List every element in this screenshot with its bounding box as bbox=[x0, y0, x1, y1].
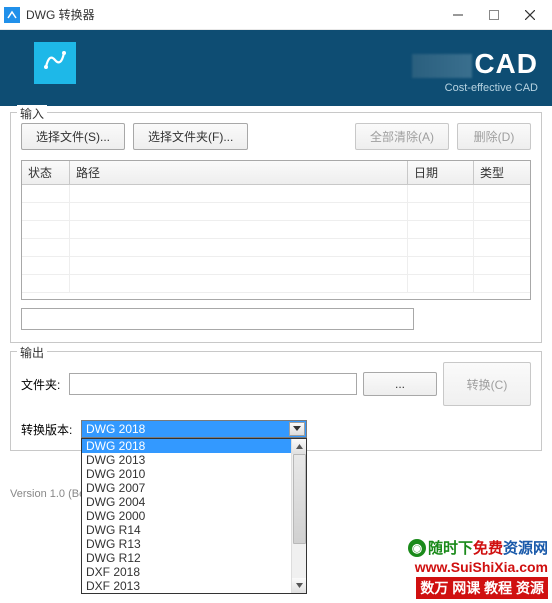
combo-option[interactable]: DWG 2013 bbox=[82, 453, 306, 467]
table-body bbox=[22, 185, 530, 300]
minimize-button[interactable] bbox=[440, 0, 476, 30]
table-row bbox=[22, 203, 530, 221]
combo-option[interactable]: DWG 2018 bbox=[82, 439, 306, 453]
combo-display[interactable]: DWG 2018 bbox=[81, 420, 307, 438]
col-status[interactable]: 状态 bbox=[22, 161, 70, 184]
brand-tagline: Cost-effective CAD bbox=[412, 82, 538, 94]
maximize-button[interactable] bbox=[476, 0, 512, 30]
version-combo[interactable]: DWG 2018 DWG 2018 DWG 2013 DWG 2010 DWG … bbox=[81, 420, 307, 438]
combo-option[interactable]: DWG 2000 bbox=[82, 509, 306, 523]
table-row bbox=[22, 221, 530, 239]
watermark: ◉ 随时下 免费 资源网 www.SuiShiXia.com 数万 网课 教程 … bbox=[408, 537, 548, 599]
chevron-down-icon bbox=[293, 426, 301, 432]
combo-option[interactable]: DWG 2010 bbox=[82, 467, 306, 481]
file-table: 状态 路径 日期 类型 bbox=[21, 160, 531, 300]
version-row: 转换版本: DWG 2018 DWG 2018 DWG 2013 DWG 201… bbox=[21, 420, 531, 438]
window-controls bbox=[440, 0, 548, 30]
titlebar: DWG 转换器 bbox=[0, 0, 552, 30]
close-icon bbox=[525, 10, 535, 20]
watermark-line1: ◉ 随时下 免费 资源网 bbox=[408, 537, 548, 558]
maximize-icon bbox=[489, 10, 499, 20]
header-bar: CAD Cost-effective CAD bbox=[0, 30, 552, 106]
combo-option[interactable]: DWG R14 bbox=[82, 523, 306, 537]
col-type[interactable]: 类型 bbox=[474, 161, 530, 184]
convert-button[interactable]: 转换(C) bbox=[443, 362, 531, 406]
logo-glyph-icon bbox=[42, 47, 68, 79]
brand: CAD Cost-effective CAD bbox=[412, 48, 538, 94]
close-button[interactable] bbox=[512, 0, 548, 30]
browse-button[interactable]: ... bbox=[363, 372, 437, 396]
combo-arrow-button[interactable] bbox=[289, 422, 305, 436]
input-path-block bbox=[21, 308, 531, 330]
select-folder-button[interactable]: 选择文件夹(F)... bbox=[133, 123, 248, 150]
version-label: 转换版本: bbox=[21, 421, 75, 438]
window-title: DWG 转换器 bbox=[26, 6, 440, 23]
clear-all-button[interactable]: 全部清除(A) bbox=[355, 123, 449, 150]
watermark-line3: 数万 网课 教程 资源 bbox=[416, 577, 548, 599]
col-path[interactable]: 路径 bbox=[70, 161, 408, 184]
combo-option[interactable]: DXF 2013 bbox=[82, 579, 306, 593]
select-files-button[interactable]: 选择文件(S)... bbox=[21, 123, 125, 150]
combo-dropdown: DWG 2018 DWG 2013 DWG 2010 DWG 2007 DWG … bbox=[81, 438, 307, 594]
combo-scrollbar[interactable] bbox=[291, 439, 306, 593]
combo-option[interactable]: DWG 2004 bbox=[82, 495, 306, 509]
output-fieldset: 输出 文件夹: ... 转换(C) 转换版本: DWG 2018 DWG 201… bbox=[10, 351, 542, 451]
app-icon bbox=[4, 7, 20, 23]
table-row bbox=[22, 275, 530, 293]
delete-button[interactable]: 删除(D) bbox=[457, 123, 531, 150]
input-legend: 输入 bbox=[17, 105, 47, 122]
input-path-field[interactable] bbox=[21, 308, 414, 330]
combo-option[interactable]: DWG R12 bbox=[82, 551, 306, 565]
folder-input[interactable] bbox=[69, 373, 357, 395]
input-button-row: 选择文件(S)... 选择文件夹(F)... 全部清除(A) 删除(D) bbox=[21, 123, 531, 150]
table-row bbox=[22, 257, 530, 275]
output-legend: 输出 bbox=[17, 344, 47, 361]
main-area: 输入 选择文件(S)... 选择文件夹(F)... 全部清除(A) 删除(D) … bbox=[0, 106, 552, 465]
col-date[interactable]: 日期 bbox=[408, 161, 474, 184]
combo-selected-text: DWG 2018 bbox=[86, 422, 145, 436]
minimize-icon bbox=[453, 10, 463, 20]
table-header: 状态 路径 日期 类型 bbox=[22, 161, 530, 185]
output-folder-row: 文件夹: ... 转换(C) bbox=[21, 362, 531, 406]
brand-blur bbox=[412, 54, 472, 78]
combo-option[interactable]: DXF 2018 bbox=[82, 565, 306, 579]
combo-option[interactable]: DWG R13 bbox=[82, 537, 306, 551]
logo-tile bbox=[34, 42, 76, 84]
combo-option[interactable]: DWG 2007 bbox=[82, 481, 306, 495]
table-row bbox=[22, 239, 530, 257]
input-fieldset: 输入 选择文件(S)... 选择文件夹(F)... 全部清除(A) 删除(D) … bbox=[10, 112, 542, 343]
scroll-down-icon[interactable] bbox=[292, 578, 306, 593]
folder-label: 文件夹: bbox=[21, 376, 63, 393]
table-row bbox=[22, 185, 530, 203]
brand-text: CAD bbox=[412, 48, 538, 80]
scroll-thumb[interactable] bbox=[293, 454, 306, 544]
watermark-badge-icon: ◉ bbox=[408, 539, 426, 557]
watermark-line2: www.SuiShiXia.com bbox=[408, 559, 548, 575]
scroll-up-icon[interactable] bbox=[292, 439, 306, 454]
